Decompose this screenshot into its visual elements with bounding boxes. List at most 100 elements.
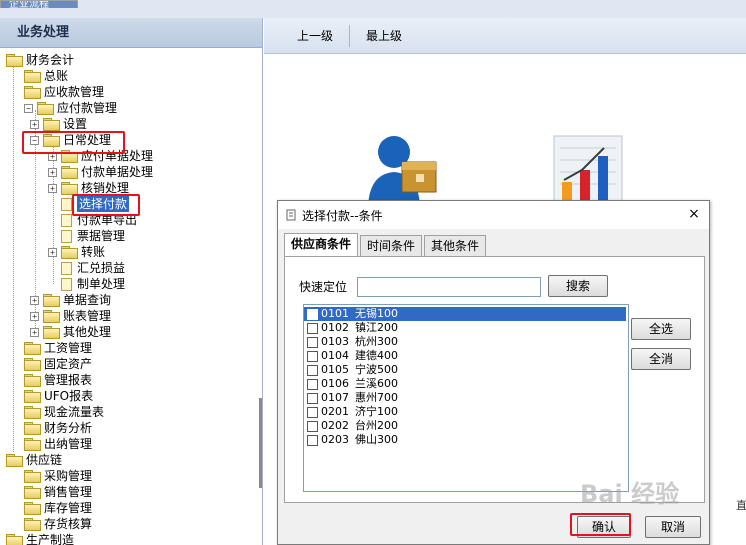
tab-other-conditions[interactable]: 其他条件 <box>424 235 487 257</box>
checkbox[interactable] <box>307 308 318 320</box>
select-all-button[interactable]: 全选 <box>631 318 691 340</box>
folder-icon <box>24 470 41 483</box>
folder-icon <box>24 70 41 83</box>
checkbox[interactable] <box>307 378 318 390</box>
tree-node[interactable]: 管理报表 <box>24 372 92 388</box>
tree-node[interactable]: 财务分析 <box>24 420 92 436</box>
folder-icon <box>43 118 60 131</box>
tree-node[interactable]: 制单处理 <box>48 276 125 292</box>
supplier-code: 0107 <box>321 391 349 404</box>
tree-node-label: UFO报表 <box>44 389 94 403</box>
quick-locate-input[interactable] <box>357 277 541 297</box>
tree-node-label: 票据管理 <box>77 229 126 243</box>
top-level-button[interactable]: 最上级 <box>350 24 418 48</box>
tree-node[interactable]: + 其他处理 <box>30 324 111 340</box>
supplier-code: 0202 <box>321 419 349 432</box>
tree-node[interactable]: + 转账 <box>48 244 105 260</box>
list-item[interactable]: 0103 杭州300 <box>304 335 398 349</box>
supplier-code: 0102 <box>321 321 349 334</box>
supplier-code: 0103 <box>321 335 349 348</box>
tree-node-label: 付款单据处理 <box>81 165 154 179</box>
tree-node[interactable]: 现金流量表 <box>24 404 104 420</box>
folder-icon <box>24 422 41 435</box>
tree-node[interactable]: 存货核算 <box>24 516 92 532</box>
tab-time-conditions[interactable]: 时间条件 <box>360 235 423 257</box>
list-item[interactable]: 0106 兰溪600 <box>304 377 398 391</box>
user-package-icon[interactable] <box>364 130 438 210</box>
tree-node[interactable]: 库存管理 <box>24 500 92 516</box>
checkbox[interactable] <box>307 420 318 432</box>
folder-icon <box>24 502 41 515</box>
highlight-daily-processing <box>22 131 125 154</box>
list-item[interactable]: 0104 建德400 <box>304 349 398 363</box>
expand-icon[interactable]: + <box>30 327 39 337</box>
sidebar-scrollbar[interactable] <box>259 398 262 488</box>
tree-node[interactable]: 汇兑损益 <box>48 260 125 276</box>
supplier-list[interactable]: 0101 无锡100 0102 镇江200 0103 杭州300 0104 建德400 0105… <box>303 304 629 492</box>
collapse-icon[interactable]: − <box>24 103 33 113</box>
cancel-button[interactable]: 取消 <box>645 516 701 538</box>
tree-node[interactable]: + 单据查询 <box>30 292 111 308</box>
tree-node-label: 应收款管理 <box>44 85 105 99</box>
supplier-code: 0101 <box>321 307 349 320</box>
tree-node-label: 单据查询 <box>63 293 112 307</box>
list-item[interactable]: 0101 无锡100 <box>304 307 626 321</box>
tree-node[interactable]: 工资管理 <box>24 340 92 356</box>
tree-node-label: 采购管理 <box>44 469 93 483</box>
expand-icon[interactable]: + <box>30 311 39 321</box>
tree-node[interactable]: 票据管理 <box>48 228 125 244</box>
checkbox[interactable] <box>307 406 318 418</box>
tree-node[interactable]: 采购管理 <box>24 468 92 484</box>
tree-node[interactable]: 生产制造 <box>6 532 74 545</box>
tree-node[interactable]: 应收款管理 <box>24 84 104 100</box>
supplier-name: 镇江200 <box>355 321 398 334</box>
checkbox[interactable] <box>307 322 318 334</box>
dialog-titlebar[interactable]: 选择付款--条件 <box>278 201 709 229</box>
checkbox[interactable] <box>307 350 318 362</box>
report-chart-icon[interactable] <box>552 134 632 210</box>
tree-node[interactable]: 财务会计 <box>6 52 74 68</box>
expand-icon[interactable]: + <box>48 183 57 193</box>
folder-icon <box>24 374 41 387</box>
tree-node[interactable]: + 设置 <box>30 116 87 132</box>
tree-node-label: 固定资产 <box>44 357 93 371</box>
supplier-name: 台州200 <box>355 419 398 432</box>
close-icon[interactable]: × <box>687 207 701 221</box>
list-item[interactable]: 0105 宁波500 <box>304 363 398 377</box>
deselect-all-button[interactable]: 全消 <box>631 348 691 370</box>
checkbox[interactable] <box>307 336 318 348</box>
folder-icon <box>61 182 78 195</box>
supplier-code: 0203 <box>321 433 349 446</box>
checkbox[interactable] <box>307 434 318 446</box>
tree-node[interactable]: + 付款单据处理 <box>48 164 153 180</box>
expand-icon[interactable]: + <box>48 167 57 177</box>
document-icon <box>61 213 72 227</box>
checkbox[interactable] <box>307 392 318 404</box>
expand-icon[interactable]: + <box>30 119 39 129</box>
list-item[interactable]: 0202 台州200 <box>304 419 398 433</box>
tree-node[interactable]: 出纳管理 <box>24 436 92 452</box>
list-item[interactable]: 0201 济宁100 <box>304 405 398 419</box>
tree-node[interactable]: + 账表管理 <box>30 308 111 324</box>
list-item[interactable]: 0107 惠州700 <box>304 391 398 405</box>
up-one-level-button[interactable]: 上一级 <box>281 24 349 48</box>
folder-icon <box>24 438 41 451</box>
checkbox[interactable] <box>307 364 318 376</box>
tab-supplier-conditions[interactable]: 供应商条件 <box>284 233 359 257</box>
tree-node[interactable]: − 应付款管理 <box>24 100 117 116</box>
expand-icon[interactable]: + <box>30 295 39 305</box>
top-tab[interactable]: 企业流程 <box>0 0 78 8</box>
tree-node-label: 销售管理 <box>44 485 93 499</box>
folder-icon <box>6 454 23 467</box>
tree-node[interactable]: UFO报表 <box>24 388 93 404</box>
tree-node[interactable]: 供应链 <box>6 452 62 468</box>
list-item[interactable]: 0203 佛山300 <box>304 433 398 447</box>
top-strip: 企业流程 <box>0 0 746 18</box>
expand-icon[interactable]: + <box>48 247 57 257</box>
search-button[interactable]: 搜索 <box>548 275 608 297</box>
tree-node-label: 财务会计 <box>26 53 75 67</box>
list-item[interactable]: 0102 镇江200 <box>304 321 398 335</box>
tree-node[interactable]: 固定资产 <box>24 356 92 372</box>
tree-node[interactable]: 总账 <box>24 68 68 84</box>
tree-node[interactable]: 销售管理 <box>24 484 92 500</box>
